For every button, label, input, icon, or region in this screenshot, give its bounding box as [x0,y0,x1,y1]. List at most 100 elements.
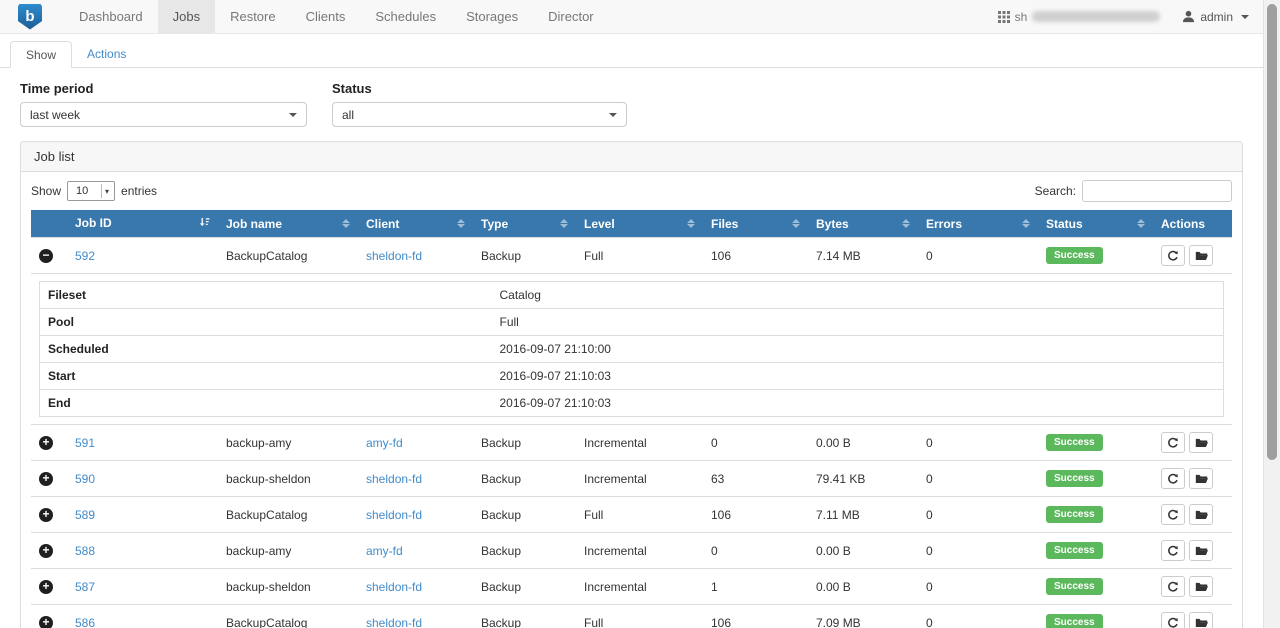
files-cell: 0 [703,425,808,461]
collapse-row-icon[interactable] [39,249,53,263]
job-log-button[interactable] [1189,245,1213,266]
nav-item-storages[interactable]: Storages [451,0,533,33]
rerun-job-button[interactable] [1161,432,1185,453]
rerun-job-button[interactable] [1161,576,1185,597]
job-name-cell: backup-amy [218,425,358,461]
column-job-id[interactable]: Job ID [67,210,218,238]
job-name-cell: BackupCatalog [218,605,358,628]
rerun-job-button[interactable] [1161,540,1185,561]
level-cell: Full [576,605,703,628]
bytes-cell: 7.11 MB [808,497,918,533]
search-input[interactable] [1082,180,1232,202]
detail-value: Catalog [492,282,1224,309]
client-link[interactable]: sheldon-fd [366,616,422,628]
nav-item-jobs[interactable]: Jobs [158,0,215,33]
status-badge: Success [1046,434,1103,451]
entries-per-page-select[interactable]: 10 ▾ [67,181,115,201]
expand-row-icon[interactable] [39,616,53,628]
column-level[interactable]: Level [576,210,703,238]
director-host-indicator[interactable]: sh [998,10,1161,24]
tab-show[interactable]: Show [10,41,72,68]
nav-item-restore[interactable]: Restore [215,0,291,33]
job-list-panel: Job list Show 10 ▾ entries Search: [20,141,1243,628]
files-cell: 1 [703,569,808,605]
nav-item-dashboard[interactable]: Dashboard [64,0,158,33]
client-link[interactable]: sheldon-fd [366,580,422,594]
sort-icon [457,219,465,228]
job-id-link[interactable]: 592 [75,249,95,263]
level-cell: Full [576,238,703,274]
column-label: Bytes [816,217,849,231]
client-link[interactable]: sheldon-fd [366,249,422,263]
folder-icon [1195,617,1208,628]
column-files[interactable]: Files [703,210,808,238]
job-id-link[interactable]: 590 [75,472,95,486]
vertical-scrollbar[interactable] [1263,0,1280,628]
column-actions: Actions [1153,210,1232,238]
tab-actions[interactable]: Actions [72,41,141,68]
expand-row-icon[interactable] [39,508,53,522]
column-label: Client [366,217,399,231]
rerun-job-button[interactable] [1161,612,1185,628]
client-link[interactable]: amy-fd [366,544,403,558]
job-log-button[interactable] [1189,612,1213,628]
job-id-link[interactable]: 588 [75,544,95,558]
client-link[interactable]: sheldon-fd [366,508,422,522]
job-id-link[interactable]: 591 [75,436,95,450]
expand-row-icon[interactable] [39,472,53,486]
job-id-link[interactable]: 587 [75,580,95,594]
rerun-job-button[interactable] [1161,504,1185,525]
nav-item-clients[interactable]: Clients [291,0,361,33]
client-link[interactable]: sheldon-fd [366,472,422,486]
time-period-select[interactable]: last week [20,102,307,127]
status-select[interactable]: all [332,102,627,127]
expand-row-icon[interactable] [39,544,53,558]
chevron-down-icon [609,113,617,117]
table-row: 587 backup-sheldon sheldon-fd Backup Inc… [31,569,1232,605]
errors-cell: 0 [918,569,1038,605]
sort-icon [560,219,568,228]
column-client[interactable]: Client [358,210,473,238]
user-icon [1182,10,1195,23]
job-name-cell: backup-sheldon [218,569,358,605]
expand-row-icon[interactable] [39,436,53,450]
nav-item-schedules[interactable]: Schedules [360,0,451,33]
rerun-icon [1167,617,1179,628]
expand-row-icon[interactable] [39,580,53,594]
job-log-button[interactable] [1189,540,1213,561]
job-log-button[interactable] [1189,504,1213,525]
rerun-icon [1167,473,1179,485]
column-bytes[interactable]: Bytes [808,210,918,238]
type-cell: Backup [473,605,576,628]
chevron-down-icon: ▾ [101,184,112,198]
detail-label: Pool [40,309,492,336]
job-log-button[interactable] [1189,468,1213,489]
column-status[interactable]: Status [1038,210,1153,238]
show-entries-label: Show [31,184,61,198]
column-type[interactable]: Type [473,210,576,238]
client-link[interactable]: amy-fd [366,436,403,450]
table-row: 589 BackupCatalog sheldon-fd Backup Full… [31,497,1232,533]
nav-item-director[interactable]: Director [533,0,609,33]
job-id-link[interactable]: 586 [75,616,95,628]
bytes-cell: 7.09 MB [808,605,918,628]
column-label: Job ID [75,216,112,230]
status-badge: Success [1046,506,1103,523]
job-id-link[interactable]: 589 [75,508,95,522]
user-menu[interactable]: admin [1182,10,1249,24]
job-log-button[interactable] [1189,576,1213,597]
brand-logo[interactable]: b [18,0,42,33]
detail-label: End [40,390,492,417]
detail-row: Fileset Catalog [40,282,1224,309]
column-job-name[interactable]: Job name [218,210,358,238]
column-errors[interactable]: Errors [918,210,1038,238]
scrollbar-thumb[interactable] [1267,4,1277,460]
rerun-job-button[interactable] [1161,468,1185,489]
rerun-job-button[interactable] [1161,245,1185,266]
type-cell: Backup [473,569,576,605]
errors-cell: 0 [918,497,1038,533]
bytes-cell: 79.41 KB [808,461,918,497]
column-label: Errors [926,217,962,231]
job-log-button[interactable] [1189,432,1213,453]
status-value: all [342,108,354,122]
